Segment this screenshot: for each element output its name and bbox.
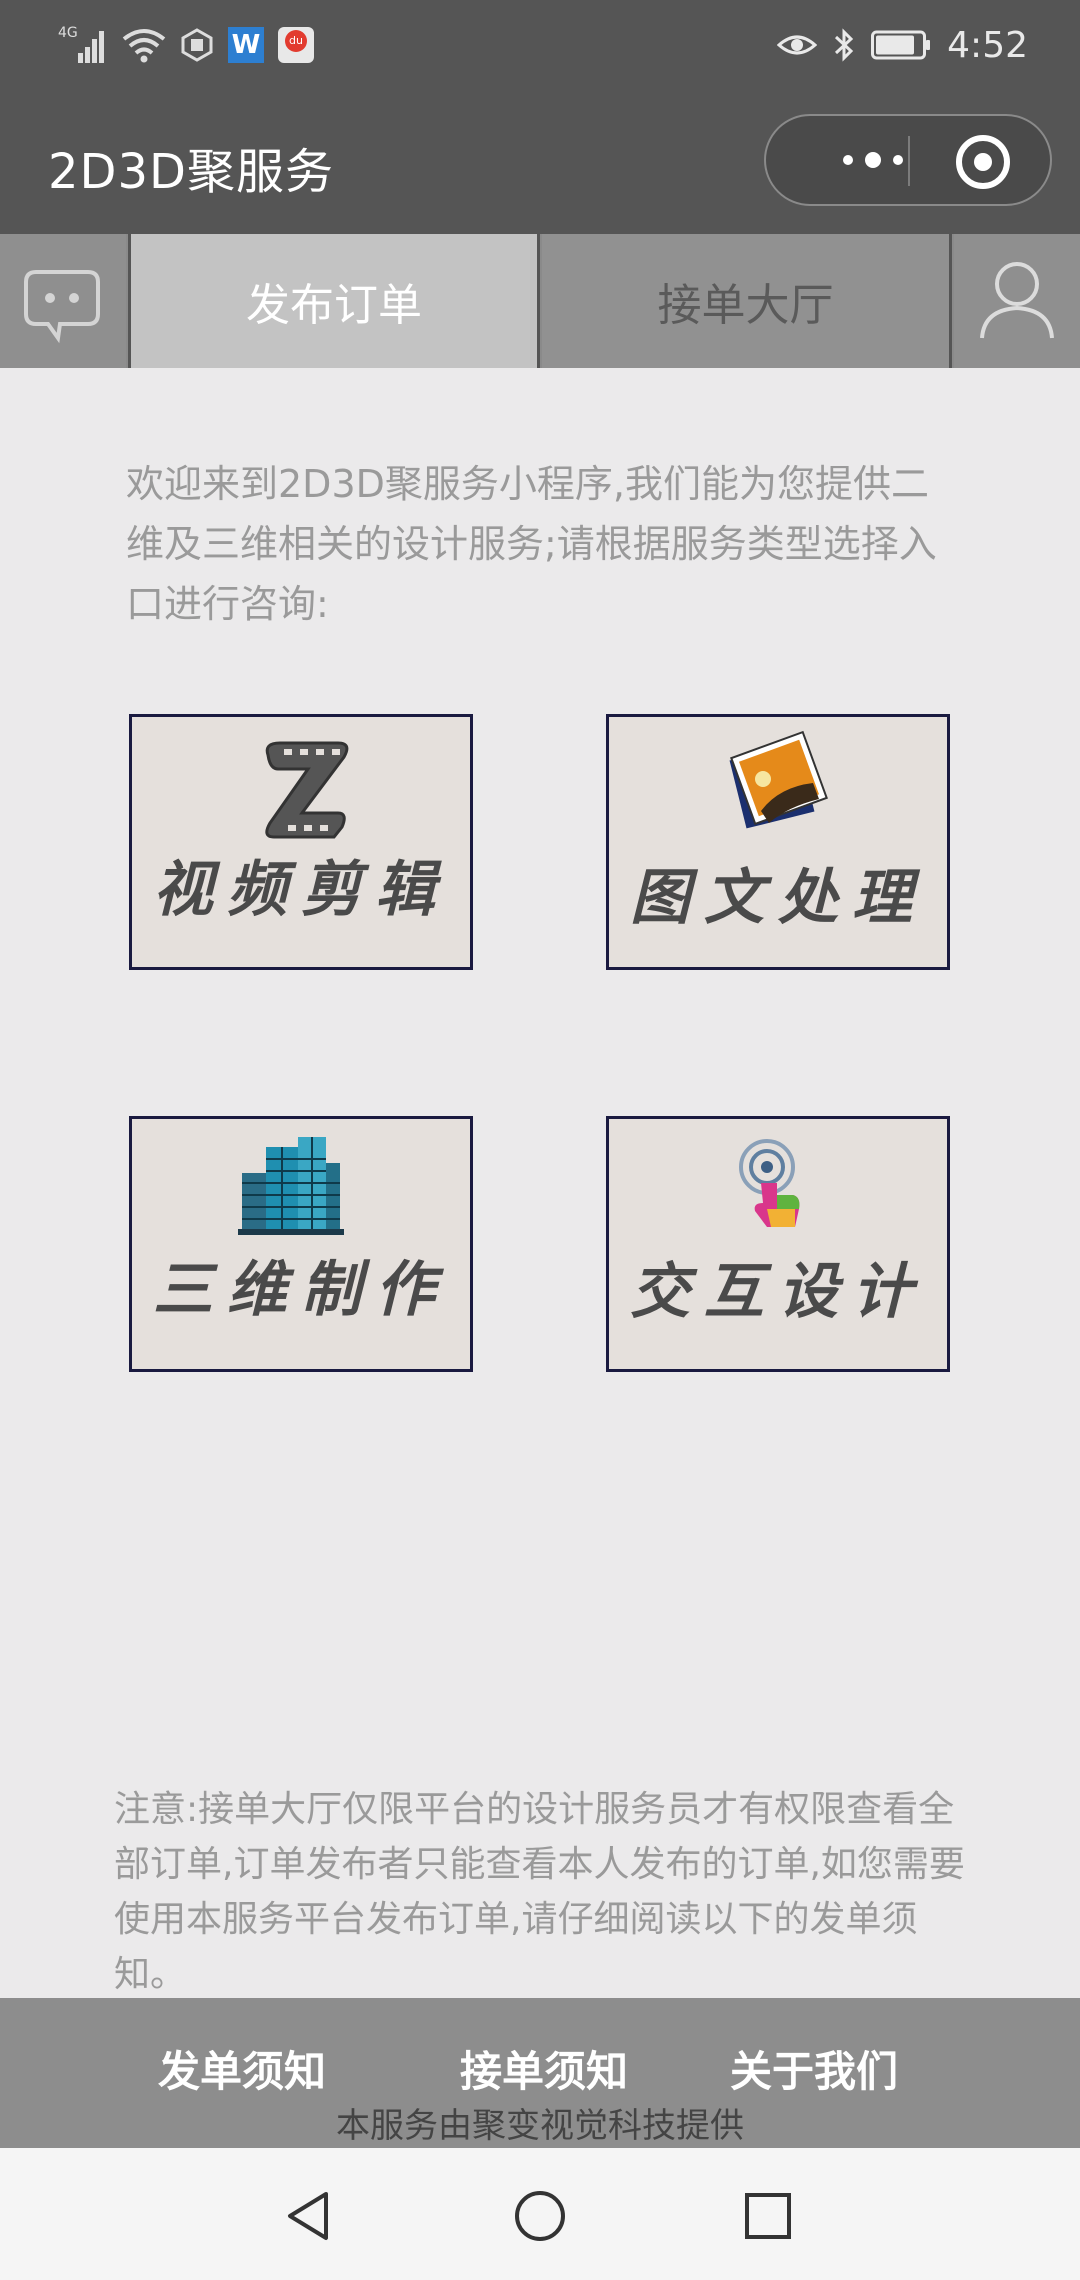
profile-button[interactable] <box>954 234 1080 368</box>
service-label: 三维制作 <box>153 1255 449 1325</box>
service-card-video-editing[interactable]: 视频剪辑 <box>129 714 473 970</box>
service-card-interaction-design[interactable]: 交互设计 <box>606 1116 950 1372</box>
mini-program-capsule <box>764 114 1052 206</box>
hexagon-icon <box>181 28 213 62</box>
footer: 发单须知 接单须知 关于我们 本服务由聚变视觉科技提供 <box>0 1998 1080 2148</box>
wps-app-icon: W <box>228 27 264 63</box>
system-nav-bar <box>0 2148 1080 2280</box>
provider-credit: 本服务由聚变视觉科技提供 <box>336 2106 744 2146</box>
recents-icon[interactable] <box>742 2190 794 2242</box>
taking-orders-guide-link[interactable]: 接单须知 <box>460 2038 628 2099</box>
home-icon[interactable] <box>512 2188 568 2244</box>
tab-order-hall[interactable]: 接单大厅 <box>542 234 952 368</box>
film-strip-icon <box>265 741 349 839</box>
close-mini-program-icon[interactable] <box>956 135 1010 189</box>
signal-icon: 4G <box>58 25 108 65</box>
service-label: 视频剪辑 <box>153 855 449 925</box>
battery-icon <box>871 30 931 60</box>
baidu-map-icon: du <box>278 27 314 63</box>
capsule-divider <box>908 136 910 186</box>
app-title: 2D3D聚服务 <box>48 144 335 200</box>
tab-bar: 发布订单 接单大厅 <box>0 234 1080 368</box>
ordering-guide-link[interactable]: 发单须知 <box>158 2038 326 2099</box>
more-icon[interactable] <box>808 116 938 204</box>
about-us-link[interactable]: 关于我们 <box>730 2038 898 2099</box>
service-label: 图文处理 <box>630 863 926 933</box>
service-card-image-processing[interactable]: 图文处理 <box>606 714 950 970</box>
service-card-3d-production[interactable]: 三维制作 <box>129 1116 473 1372</box>
touch-icon <box>739 1139 800 1227</box>
user-icon <box>980 262 1054 339</box>
notice-text: 注意:接单大厅仅限平台的设计服务员才有权限查看全部订单,订单发布者只能查看本人发… <box>114 1789 965 1995</box>
buildings-icon <box>238 1137 344 1235</box>
chat-icon <box>24 270 100 344</box>
chat-button[interactable] <box>0 234 126 368</box>
title-bar: 2D3D聚服务 <box>0 90 1080 234</box>
tab-publish-order[interactable]: 发布订单 <box>128 234 540 368</box>
bluetooth-icon <box>835 28 854 62</box>
wifi-icon <box>122 29 166 63</box>
eye-icon <box>777 35 818 55</box>
back-icon[interactable] <box>282 2188 336 2244</box>
photo-icon <box>729 730 828 829</box>
status-bar: 4G W du 4:52 <box>0 0 1080 90</box>
intro-text: 欢迎来到2D3D聚服务小程序,我们能为您提供二维及三维相关的设计服务;请根据服务… <box>126 462 937 626</box>
clock: 4:52 <box>947 24 1028 66</box>
service-label: 交互设计 <box>630 1257 926 1327</box>
